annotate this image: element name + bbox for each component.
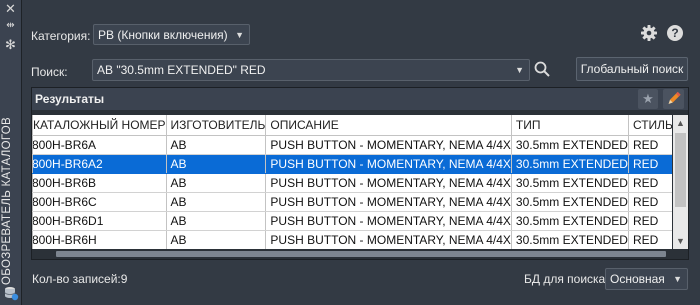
description-cell: PUSH BUTTON - MOMENTARY, NEMA 4/4X [265,173,512,193]
results-title: Результаты [35,92,105,106]
catalog-cell: 800H-BR6B [32,173,167,193]
global-search-button[interactable]: Глобальный поиск [576,57,688,81]
chevron-down-icon: ▼ [235,30,244,40]
style-cell: RED [628,135,672,155]
close-icon[interactable]: ✕ [4,2,17,15]
edit-pencil-icon[interactable] [663,89,684,109]
search-label: Поиск: [31,65,68,79]
scroll-down-icon[interactable]: ▼ [673,233,688,249]
search-db-label: БД для поиска: [524,272,609,286]
catalog-cell: 800H-BR6A2 [32,154,167,174]
vertical-scrollbar[interactable]: ▲ ▼ [673,115,688,249]
results-grid: КАТАЛОЖНЫЙ НОМЕР ИЗГОТОВИТЕЛЬ ОПИСАНИЕ Т… [32,115,672,249]
catalog-cell: 800H-BR6A [32,135,167,155]
favorite-star-icon[interactable]: ★ [638,89,658,109]
style-cell: RED [628,173,672,193]
table-row[interactable]: 800H-BR6B AB PUSH BUTTON - MOMENTARY, NE… [32,173,672,193]
search-icon[interactable] [533,60,551,78]
description-cell: PUSH BUTTON - MOMENTARY, NEMA 4/4X [265,154,512,174]
description-cell: PUSH BUTTON - MOMENTARY, NEMA 4/4X [265,135,512,155]
pin-icon[interactable]: ⇹ [4,21,17,31]
horizontal-scrollbar[interactable] [32,249,672,259]
database-icon [4,287,19,301]
results-table[interactable]: КАТАЛОЖНЫЙ НОМЕР ИЗГОТОВИТЕЛЬ ОПИСАНИЕ Т… [32,115,672,249]
description-cell: PUSH BUTTON - MOMENTARY, NEMA 4/4X [265,192,512,212]
results-header: Результаты ★ [32,88,688,110]
type-cell: 30.5mm EXTENDED [511,154,629,174]
column-header-catalog[interactable]: КАТАЛОЖНЫЙ НОМЕР [32,115,167,136]
horizontal-scroll-thumb[interactable] [56,251,666,257]
column-header-description[interactable]: ОПИСАНИЕ [265,115,512,136]
search-input[interactable]: AB "30.5mm EXTENDED" RED ▼ [92,59,530,81]
manufacturer-cell: AB [166,154,267,174]
chevron-down-icon: ▼ [515,65,524,75]
catalog-browser-panel: Категория: PB (Кнопки включения) ▼ ? Пои… [22,0,700,305]
manufacturer-cell: AB [166,135,267,155]
description-cell: PUSH BUTTON - MOMENTARY, NEMA 4/4X [265,230,512,249]
type-cell: 30.5mm EXTENDED [511,192,629,212]
category-value: PB (Кнопки включения) [98,28,228,42]
help-icon[interactable]: ? [666,24,684,42]
column-header-style[interactable]: СТИЛЬ [628,115,672,136]
search-value: AB "30.5mm EXTENDED" RED [97,63,266,77]
header-row: КАТАЛОЖНЫЙ НОМЕР ИЗГОТОВИТЕЛЬ ОПИСАНИЕ Т… [32,115,672,136]
record-count: Кол-во записей:9 [32,272,128,286]
catalog-cell: 800H-BR6C [32,192,167,212]
column-header-manufacturer[interactable]: ИЗГОТОВИТЕЛЬ [166,115,267,136]
manufacturer-cell: AB [166,230,267,249]
type-cell: 30.5mm EXTENDED [511,230,629,249]
column-header-type[interactable]: ТИП [511,115,629,136]
table-row[interactable]: 800H-BR6D1 AB PUSH BUTTON - MOMENTARY, N… [32,211,672,231]
results-panel: Результаты ★ КАТАЛОЖНЫЙ НОМЕР ИЗГОТОВИТЕ… [31,87,689,260]
catalog-cell: 800H-BR6H [32,230,167,249]
style-cell: RED [628,230,672,249]
scroll-up-icon[interactable]: ▲ [673,115,688,131]
chevron-down-icon: ▼ [673,274,682,284]
palette-title: ОБОЗРЕВАТЕЛЬ КАТАЛОГОВ [1,117,13,285]
type-cell: 30.5mm EXTENDED [511,173,629,193]
category-label: Категория: [31,29,91,43]
manufacturer-cell: AB [166,211,267,231]
type-cell: 30.5mm EXTENDED [511,211,629,231]
search-db-value: Основная [610,272,665,286]
description-cell: PUSH BUTTON - MOMENTARY, NEMA 4/4X [265,211,512,231]
type-cell: 30.5mm EXTENDED [511,135,629,155]
table-row-selected[interactable]: 800H-BR6A2 AB PUSH BUTTON - MOMENTARY, N… [32,154,672,174]
style-cell: RED [628,154,672,174]
catalog-cell: 800H-BR6D1 [32,211,167,231]
manufacturer-cell: AB [166,192,267,212]
search-db-dropdown[interactable]: Основная ▼ [605,268,688,290]
palette-sidebar: ✕ ⇹ ✻ ОБОЗРЕВАТЕЛЬ КАТАЛОГОВ [0,0,22,305]
style-cell: RED [628,211,672,231]
style-cell: RED [628,192,672,212]
manufacturer-cell: AB [166,173,267,193]
settings-gear-icon[interactable] [640,24,658,42]
table-row[interactable]: 800H-BR6A AB PUSH BUTTON - MOMENTARY, NE… [32,135,672,155]
svg-text:?: ? [671,26,678,40]
table-row[interactable]: 800H-BR6H AB PUSH BUTTON - MOMENTARY, NE… [32,230,672,249]
gear-icon[interactable]: ✻ [4,38,17,51]
table-row[interactable]: 800H-BR6C AB PUSH BUTTON - MOMENTARY, NE… [32,192,672,212]
category-dropdown[interactable]: PB (Кнопки включения) ▼ [93,24,250,45]
vertical-scroll-thumb[interactable] [675,133,686,207]
